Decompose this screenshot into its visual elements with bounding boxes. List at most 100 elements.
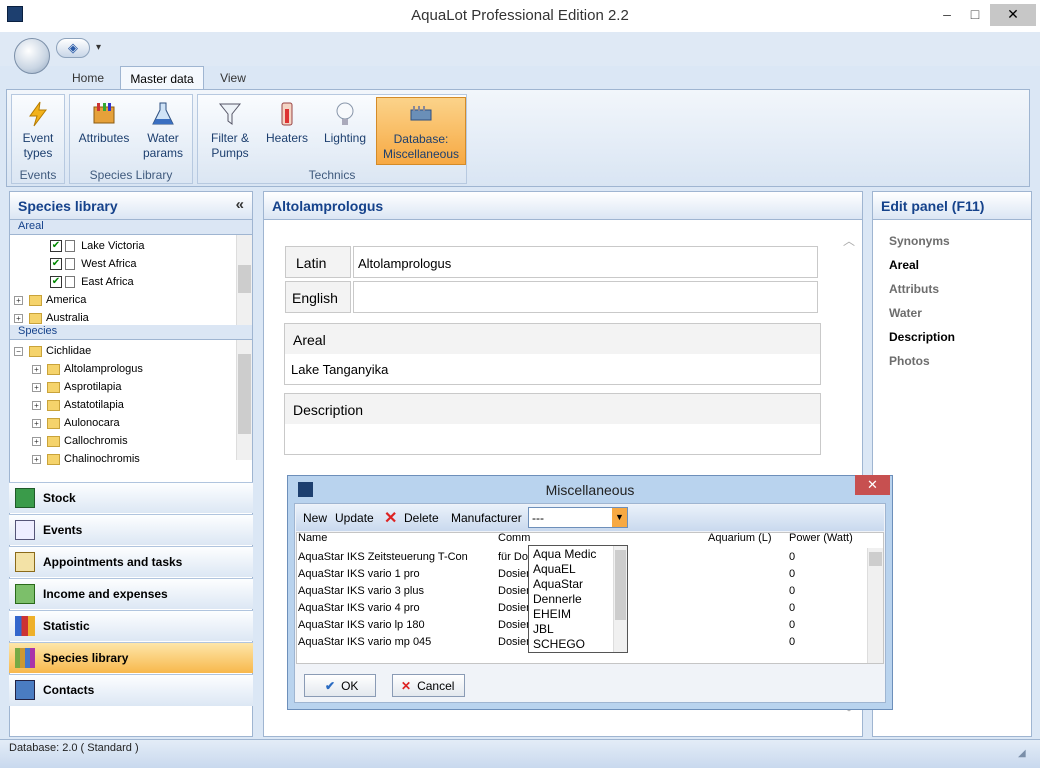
- attributes-icon: [93, 103, 115, 124]
- expand-icon[interactable]: +: [32, 364, 41, 374]
- collapse-node-icon[interactable]: −: [14, 346, 23, 356]
- tree-node[interactable]: ✔ West Africa: [10, 255, 252, 273]
- edit-panel-title: Edit panel (F11): [881, 198, 985, 214]
- english-field[interactable]: [353, 281, 818, 313]
- tree-node-label: Callochromis: [64, 435, 128, 447]
- ok-button[interactable]: ✔ OK: [304, 674, 376, 697]
- dropdown-scrollbar[interactable]: [613, 546, 627, 652]
- nav-species-library[interactable]: Species library: [9, 642, 253, 673]
- resize-grip-icon[interactable]: ◢: [1018, 748, 1026, 759]
- delete-icon[interactable]: ✕: [384, 508, 397, 528]
- edit-panel-areal[interactable]: Areal: [889, 258, 919, 272]
- tree-node[interactable]: ✔ Lake Victoria: [10, 237, 252, 255]
- database-miscellaneous-button[interactable]: Database: Miscellaneous: [376, 97, 466, 165]
- dialog-close-button[interactable]: ✕: [855, 475, 890, 495]
- delete-button[interactable]: Delete: [404, 511, 439, 525]
- checkmark-icon: ✔: [325, 679, 336, 693]
- tree-node[interactable]: + Australia: [10, 309, 252, 327]
- heaters-button[interactable]: Heaters: [260, 97, 314, 165]
- edit-panel-synonyms[interactable]: Synonyms: [889, 234, 950, 248]
- filter-pumps-label: Filter & Pumps: [210, 131, 249, 160]
- expand-icon[interactable]: +: [32, 400, 41, 410]
- application-menu-button[interactable]: [14, 38, 50, 74]
- expand-icon[interactable]: +: [32, 418, 41, 428]
- description-heading: Description: [285, 394, 820, 424]
- tree-node-label: Asprotilapia: [64, 381, 122, 393]
- nav-appointments[interactable]: Appointments and tasks: [9, 546, 253, 577]
- nav-statistic[interactable]: Statistic: [9, 610, 253, 641]
- column-header-name[interactable]: Name: [298, 532, 327, 548]
- new-button[interactable]: New: [303, 511, 327, 525]
- edit-panel-water[interactable]: Water: [889, 306, 922, 320]
- manufacturer-dropdown-list: Aqua Medic AquaEL AquaStar Dennerle EHEI…: [528, 545, 628, 653]
- tree-node-label: West Africa: [81, 258, 137, 270]
- nav-income-expenses[interactable]: Income and expenses: [9, 578, 253, 609]
- checkbox[interactable]: ✔: [50, 258, 62, 271]
- tree-node[interactable]: + Aulonocara: [10, 414, 252, 432]
- edit-panel-description[interactable]: Description: [889, 330, 955, 344]
- scroll-up-icon[interactable]: ︿: [843, 232, 855, 249]
- expand-icon[interactable]: +: [32, 382, 41, 392]
- tab-view[interactable]: View: [210, 66, 256, 90]
- lighting-button[interactable]: Lighting: [316, 97, 374, 165]
- update-button[interactable]: Update: [335, 511, 374, 525]
- checkbox[interactable]: ✔: [50, 276, 62, 289]
- tab-home[interactable]: Home: [64, 66, 112, 90]
- nav-events[interactable]: Events: [9, 514, 253, 545]
- checkbox[interactable]: ✔: [50, 240, 62, 253]
- areal-scrollbar[interactable]: [236, 235, 252, 325]
- tree-node[interactable]: + Chalinochromis: [10, 450, 252, 468]
- tree-node[interactable]: + America: [10, 291, 252, 309]
- species-scrollbar[interactable]: [236, 340, 252, 460]
- nav-contacts[interactable]: Contacts: [9, 674, 253, 706]
- expand-icon[interactable]: +: [14, 313, 23, 323]
- cancel-label: Cancel: [417, 679, 455, 693]
- edit-panel-header: Edit panel (F11): [873, 192, 1031, 220]
- manufacturer-select[interactable]: --- ▼: [528, 507, 628, 528]
- minimize-button[interactable]: –: [932, 4, 962, 26]
- nav-stock[interactable]: Stock: [9, 482, 253, 513]
- column-header-power[interactable]: Power (Watt): [789, 532, 853, 548]
- tree-node-label: Chalinochromis: [64, 453, 140, 465]
- tree-node-label: Australia: [46, 312, 89, 324]
- maximize-button[interactable]: □: [962, 4, 988, 26]
- cell-power: 0: [789, 568, 796, 580]
- ribbon-group-technics: Filter & Pumps Heaters Lighting Database…: [197, 94, 467, 184]
- tab-master-data[interactable]: Master data: [120, 66, 204, 90]
- water-params-button[interactable]: Water params: [136, 97, 190, 165]
- cell-power: 0: [789, 602, 796, 614]
- edit-panel-photos[interactable]: Photos: [889, 354, 930, 368]
- quick-access-icon[interactable]: ◈: [56, 38, 90, 58]
- expand-icon[interactable]: +: [14, 295, 23, 305]
- attributes-button[interactable]: Attributes: [74, 97, 134, 165]
- tree-node[interactable]: − Cichlidae: [10, 342, 252, 360]
- expand-icon[interactable]: +: [32, 436, 41, 446]
- folder-icon: [29, 345, 42, 357]
- qat-dropdown-icon[interactable]: ▾: [96, 42, 101, 53]
- table-scrollbar[interactable]: [867, 548, 883, 663]
- column-header-comm[interactable]: Comm: [498, 532, 530, 548]
- collapse-icon[interactable]: «: [236, 197, 244, 212]
- tree-node[interactable]: + Altolamprologus: [10, 360, 252, 378]
- latin-field[interactable]: Altolamprologus: [353, 246, 818, 278]
- ribbon-group-species: Attributes Water params Species Library: [69, 94, 193, 184]
- edit-panel-attributs[interactable]: Attributs: [889, 282, 939, 296]
- window-title: AquaLot Professional Edition 2.2: [411, 7, 629, 24]
- tree-node[interactable]: + Callochromis: [10, 432, 252, 450]
- tree-node[interactable]: + Asprotilapia: [10, 378, 252, 396]
- expand-icon[interactable]: +: [32, 454, 41, 464]
- cancel-button[interactable]: ✕ Cancel: [392, 674, 465, 697]
- quick-access-toolbar: [0, 32, 1040, 66]
- tree-node[interactable]: + Astatotilapia: [10, 396, 252, 414]
- tree-node[interactable]: ✔ East Africa: [10, 273, 252, 291]
- close-button[interactable]: ✕: [990, 4, 1036, 26]
- column-header-aquarium[interactable]: Aquarium (L): [708, 532, 772, 548]
- cell-name: AquaStar IKS vario 3 plus: [298, 585, 424, 597]
- folder-icon: [29, 294, 42, 306]
- cell-comm: Dosier: [498, 585, 530, 597]
- filter-pumps-button[interactable]: Filter & Pumps: [202, 97, 258, 165]
- cell-power: 0: [789, 585, 796, 597]
- dropdown-arrow-icon[interactable]: ▼: [612, 508, 627, 527]
- event-types-button[interactable]: Event types: [14, 97, 62, 165]
- ribbon-group-label: Technics: [308, 168, 356, 182]
